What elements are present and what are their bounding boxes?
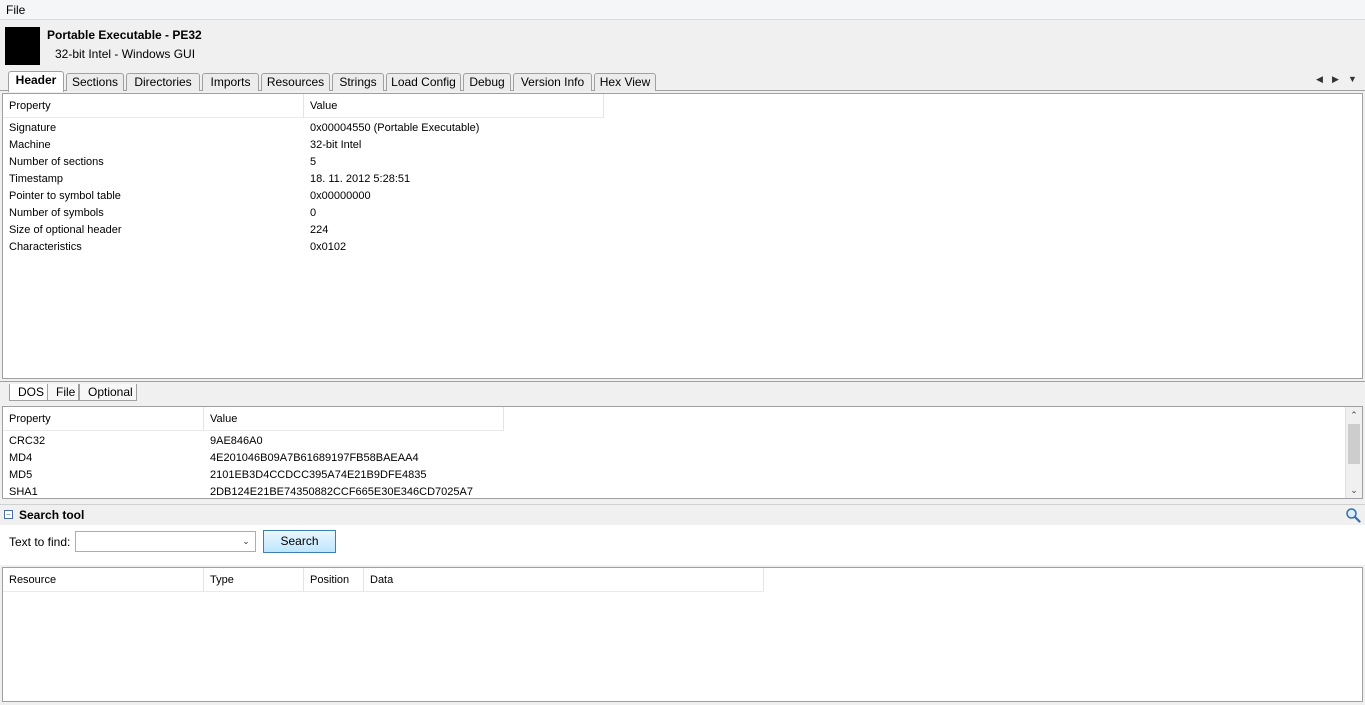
column-header-value[interactable]: Value [304, 94, 604, 118]
table-row[interactable]: Timestamp 18. 11. 2012 5:28:51 [3, 171, 1362, 188]
value-cell: 4E201046B09A7B61689197FB58BAEAA4 [210, 452, 419, 464]
tab-directories[interactable]: Directories [126, 73, 200, 91]
property-cell: Number of symbols [9, 207, 104, 219]
value-cell: 0 [310, 207, 317, 219]
tab-sections[interactable]: Sections [66, 73, 124, 91]
menu-bar: File [0, 0, 1365, 20]
search-input[interactable]: ⌄ [75, 531, 256, 552]
hash-table: Property Value CRC32 9AE846A0 MD4 4E2010… [2, 406, 1363, 499]
value-cell: 18. 11. 2012 5:28:51 [310, 173, 411, 185]
value-cell: 2101EB3D4CCDCC395A74E21B9DFE4835 [210, 469, 427, 481]
search-results-table: Resource Type Position Data [2, 567, 1363, 702]
column-header-position[interactable]: Position [304, 568, 364, 592]
search-button[interactable]: Search [263, 530, 336, 553]
table-row[interactable]: MD5 2101EB3D4CCDCC395A74E21B9DFE4835 [3, 467, 1343, 484]
text-to-find-label: Text to find: [9, 535, 71, 549]
subtab-optional[interactable]: Optional [79, 384, 137, 401]
column-header-type[interactable]: Type [204, 568, 304, 592]
table-row[interactable]: Number of symbols 0 [3, 205, 1362, 222]
tab-version-info[interactable]: Version Info [513, 73, 592, 91]
vertical-scrollbar[interactable]: ⌃ ⌄ [1345, 407, 1362, 498]
magnifier-icon[interactable] [1345, 507, 1361, 523]
tab-resources[interactable]: Resources [261, 73, 330, 91]
property-cell: MD4 [9, 452, 33, 464]
table-row[interactable]: Characteristics 0x0102 [3, 239, 1362, 256]
column-header-resource[interactable]: Resource [3, 568, 204, 592]
value-cell: 2DB124E21BE74350882CCF665E30E346CD7025A7 [210, 486, 473, 498]
tab-debug[interactable]: Debug [463, 73, 511, 91]
search-tool-title: Search tool [19, 508, 85, 522]
value-cell: 224 [310, 224, 329, 236]
minus-box-icon[interactable]: − [4, 510, 13, 519]
scroll-up-icon[interactable]: ⌃ [1346, 407, 1362, 423]
table-row[interactable]: Machine 32-bit Intel [3, 137, 1362, 154]
tab-header[interactable]: Header [8, 71, 64, 92]
tab-strings[interactable]: Strings [332, 73, 384, 91]
value-cell: 0x00000000 [310, 190, 371, 202]
property-cell: Signature [9, 122, 57, 134]
search-form: Text to find: ⌄ Search [0, 525, 1365, 565]
property-cell: CRC32 [9, 435, 46, 447]
triangle-left-icon[interactable]: ◀ [1316, 74, 1323, 85]
tab-hex-view[interactable]: Hex View [594, 73, 656, 91]
column-header-property[interactable]: Property [3, 94, 304, 118]
table-row[interactable]: Number of sections 5 [3, 154, 1362, 171]
value-cell: 0x00004550 (Portable Executable) [310, 122, 480, 134]
value-cell: 32-bit Intel [310, 139, 362, 151]
table-row[interactable]: Signature 0x00004550 (Portable Executabl… [3, 120, 1362, 137]
chevron-down-icon[interactable]: ⌄ [239, 534, 253, 549]
column-header-property[interactable]: Property [3, 407, 204, 431]
subtab-file[interactable]: File [47, 384, 79, 401]
value-cell: 0x0102 [310, 241, 347, 253]
property-cell: Pointer to symbol table [9, 190, 121, 202]
property-cell: Timestamp [9, 173, 63, 185]
table-row[interactable]: SHA1 2DB124E21BE74350882CCF665E30E346CD7… [3, 484, 1343, 498]
main-tab-strip: Header Sections Directories Imports Reso… [0, 71, 1365, 92]
file-icon [5, 27, 40, 65]
property-cell: Size of optional header [9, 224, 122, 236]
table-row[interactable]: MD4 4E201046B09A7B61689197FB58BAEAA4 [3, 450, 1343, 467]
property-cell: Characteristics [9, 241, 82, 253]
search-tool-header: − Search tool [0, 504, 1365, 524]
scroll-thumb[interactable] [1348, 424, 1360, 464]
file-summary: Portable Executable - PE32 32-bit Intel … [0, 21, 1365, 71]
triangle-right-icon[interactable]: ▶ [1332, 74, 1339, 85]
column-header-data[interactable]: Data [364, 568, 764, 592]
column-header-value[interactable]: Value [204, 407, 504, 431]
value-cell: 9AE846A0 [210, 435, 263, 447]
header-property-table: Property Value Signature 0x00004550 (Por… [2, 93, 1363, 379]
table-row[interactable]: CRC32 9AE846A0 [3, 433, 1343, 450]
table-row[interactable]: Size of optional header 224 [3, 222, 1362, 239]
property-cell: SHA1 [9, 486, 38, 498]
property-cell: Number of sections [9, 156, 104, 168]
value-cell: 5 [310, 156, 317, 168]
property-cell: MD5 [9, 469, 33, 481]
hash-tab-strip: DOS File Optional [0, 381, 1365, 401]
triangle-down-icon[interactable]: ▼ [1348, 74, 1357, 84]
tab-imports[interactable]: Imports [202, 73, 259, 91]
file-type-subtitle: 32-bit Intel - Windows GUI [55, 47, 196, 61]
tab-load-config[interactable]: Load Config [386, 73, 461, 91]
menu-file[interactable]: File [6, 3, 25, 17]
property-cell: Machine [9, 139, 51, 151]
subtab-dos[interactable]: DOS [9, 384, 49, 401]
table-row[interactable]: Pointer to symbol table 0x00000000 [3, 188, 1362, 205]
file-type-title: Portable Executable - PE32 [47, 28, 202, 42]
scroll-down-icon[interactable]: ⌄ [1346, 482, 1362, 498]
